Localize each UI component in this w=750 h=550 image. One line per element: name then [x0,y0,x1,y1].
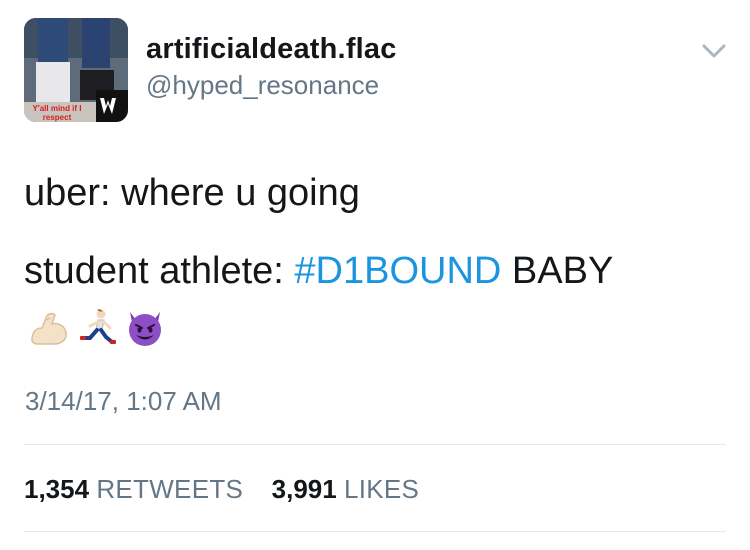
flexed-biceps-icon [31,312,67,345]
retweets-stat[interactable]: 1,354 RETWEETS [24,474,250,504]
chevron-down-icon[interactable] [700,40,728,62]
tweet-text-prefix: student athlete: [24,250,295,292]
divider [24,444,726,445]
emoji-row [28,305,166,349]
user-handle[interactable]: @hyped_resonance [146,70,379,101]
retweets-label: RETWEETS [96,474,244,504]
likes-count: 3,991 [271,474,337,504]
avatar[interactable]: Y'all mind if I respect women? [24,18,128,122]
tweet-text-suffix: BABY [501,250,614,292]
divider [24,531,726,532]
person-running-icon [80,309,116,344]
tweet-timestamp[interactable]: 3/14/17, 1:07 AM [25,386,222,417]
tweet-card: Y'all mind if I respect women? artificia… [0,0,750,550]
avatar-caption: Y'all mind if I respect women? [32,104,82,122]
display-name[interactable]: artificialdeath.flac [146,33,397,66]
hashtag-link[interactable]: #D1BOUND [294,250,501,292]
tweet-stats: 1,354 RETWEETS 3,991 LIKES [24,474,419,505]
tweet-text-line-2: student athlete: #D1BOUND BABY [24,248,613,294]
likes-label: LIKES [343,474,420,504]
likes-stat[interactable]: 3,991 LIKES [272,474,420,504]
smiling-imp-icon [129,312,161,346]
retweets-count: 1,354 [24,474,90,504]
tweet-text-line-1: uber: where u going [24,172,360,214]
